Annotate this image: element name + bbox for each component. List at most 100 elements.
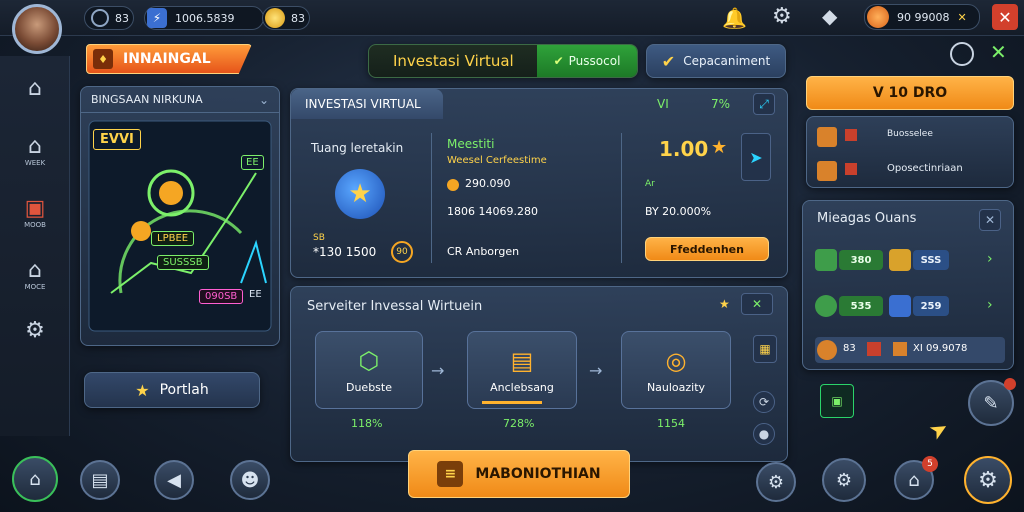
flow-step-label: Anclebsang: [490, 380, 554, 394]
crate-icon: [845, 129, 857, 141]
clipboard-button[interactable]: ▤: [80, 460, 120, 500]
right-small: Ar: [645, 179, 655, 189]
settings-ring-icon[interactable]: [950, 42, 974, 66]
chevron-right-icon[interactable]: ›: [987, 297, 993, 313]
row-value-a: 83: [843, 343, 856, 354]
left-value-small: SB: [313, 233, 325, 243]
row-value-b: XI 09.9078: [913, 343, 968, 354]
flow-step-label: Duebste: [345, 380, 392, 394]
right-top-button[interactable]: V 10 DRO: [806, 76, 1014, 110]
mid-sub: Weesel Cerfeestime: [447, 155, 547, 166]
user-icon: ☻: [240, 469, 260, 491]
star-icon: ★: [135, 380, 150, 400]
settings-button-2[interactable]: ⚙: [822, 458, 866, 502]
banner-label: INNAINGAL: [123, 51, 211, 67]
expand-icon[interactable]: ⤢: [753, 93, 775, 115]
home-button[interactable]: ⌂: [12, 456, 58, 502]
header-title-panel: Investasi Virtual ✔ Pussocol: [368, 44, 638, 78]
lightning-icon: ⚡: [147, 8, 167, 28]
row-value-b: 259: [913, 296, 949, 316]
rocket-icon: ★: [335, 169, 385, 219]
filter-icon[interactable]: ✕: [741, 293, 773, 315]
portal-button[interactable]: ★ Portlah: [84, 372, 260, 408]
flow-step-pct: 118%: [351, 417, 383, 430]
check-icon: ✔: [661, 51, 676, 71]
right-action-label: Ffeddenhen: [670, 242, 744, 256]
currency-value: 90 99008: [897, 10, 950, 24]
chevron-down-icon[interactable]: ⌄: [259, 93, 269, 107]
profile-button[interactable]: ☻: [230, 460, 270, 500]
flow-step-2[interactable]: ▤ Anclebsang: [467, 331, 577, 409]
crate-icon: [893, 342, 907, 356]
pin-icon[interactable]: ●: [753, 423, 775, 445]
check-icon: ✔: [553, 54, 564, 68]
flow-step-pct: 728%: [503, 417, 535, 430]
close-icon[interactable]: ✕: [958, 11, 967, 24]
row-value-a: 380: [839, 250, 883, 270]
notification-badge: 5: [922, 456, 938, 472]
banner-shield-icon: ♦: [93, 49, 113, 69]
shop-icon: ⌂: [908, 469, 920, 491]
crate-icon: [845, 163, 857, 175]
close-button[interactable]: ✕: [992, 4, 1018, 30]
flow-step-3[interactable]: ◎ Nauloazity: [621, 331, 731, 409]
stat-pill-b[interactable]: ⚡ 1006.5839: [144, 6, 264, 30]
main-stat-2: 7%: [711, 97, 731, 111]
sidebar-item-home[interactable]: ⌂: [10, 76, 60, 101]
sidebar-item-moob[interactable]: ▣ MOOB: [10, 196, 60, 229]
shield-icon[interactable]: ◆: [822, 4, 837, 28]
header-action-button[interactable]: ✔ Cepacaniment: [646, 44, 786, 78]
rewind-button[interactable]: ◀: [154, 460, 194, 500]
panel-title-bar: BINGSAAN NIRKUNA ⌄: [81, 87, 279, 113]
header-status-label: Pussocol: [568, 54, 621, 68]
feather-icon: ✎: [983, 392, 999, 414]
gear-icon[interactable]: ⚙: [772, 4, 792, 29]
list-row[interactable]: 380 SSS ›: [815, 247, 1005, 273]
confirm-button[interactable]: ≡ MABONIOTHIAN: [408, 450, 630, 498]
gem-icon: [815, 295, 837, 317]
chart-label-1: LPBEE: [151, 231, 195, 246]
stat-c-value: 83: [291, 11, 305, 25]
main-settings-button[interactable]: ⚙: [964, 456, 1012, 504]
terminal-icon[interactable]: ▣: [820, 384, 854, 418]
settings-button[interactable]: ⚙: [756, 462, 796, 502]
left-chart-panel: BINGSAAN NIRKUNA ⌄ EVVI EE LPBEE SUSSSB …: [80, 86, 280, 346]
collapse-icon[interactable]: ✕: [979, 209, 1001, 231]
currency-pill[interactable]: 90 99008 ✕: [864, 4, 980, 30]
main-tab-label: INVESTASI VIRTUAL: [305, 97, 421, 111]
coin-pill[interactable]: 83: [262, 6, 310, 30]
gear-icon: ⚙: [978, 467, 998, 493]
flow-step-label: Nauloazity: [646, 380, 706, 394]
stat-a-value: 83: [115, 11, 129, 25]
main-tab[interactable]: INVESTASI VIRTUAL: [291, 89, 443, 119]
sidebar-item-settings[interactable]: ⚙: [10, 318, 60, 343]
gem-icon: [867, 6, 889, 28]
close-icon[interactable]: ✕: [990, 40, 1007, 64]
bell-icon[interactable]: 🔔: [722, 6, 747, 30]
crate-icon: [867, 342, 881, 356]
box-icon[interactable]: ▦: [753, 335, 777, 363]
list-row[interactable]: 83 XI 09.9078: [815, 337, 1005, 363]
refresh-icon[interactable]: ⟳: [753, 391, 775, 413]
portal-label: Portlah: [159, 382, 209, 398]
clipboard-icon: ▤: [91, 469, 109, 491]
sidebar-item-moce[interactable]: ⌂ MOCE: [10, 258, 60, 291]
avatar[interactable]: [12, 4, 62, 54]
right-action-button[interactable]: Ffeddenhen: [645, 237, 769, 261]
stat-b-value: 1006.5839: [175, 11, 235, 25]
sidebar-item-week[interactable]: ⌂ WEEK: [10, 134, 60, 167]
crate-icon: [817, 127, 837, 147]
star-icon: ★: [719, 297, 730, 311]
flow-step-pct: 1154: [657, 417, 685, 430]
hexagon-icon: ⬡: [358, 346, 380, 375]
list-row[interactable]: 535 259 ›: [815, 293, 1005, 319]
coin-icon: [265, 8, 285, 28]
send-icon[interactable]: ➤: [741, 133, 771, 181]
stat-pill-a[interactable]: 83: [84, 6, 134, 30]
gem-icon: [889, 249, 911, 271]
flow-step-1[interactable]: ⬡ Duebste: [315, 331, 423, 409]
chevron-right-icon[interactable]: ›: [987, 251, 993, 267]
row-value-a: 535: [839, 296, 883, 316]
column-divider: [431, 133, 432, 263]
home-icon: ⌂: [29, 468, 41, 490]
